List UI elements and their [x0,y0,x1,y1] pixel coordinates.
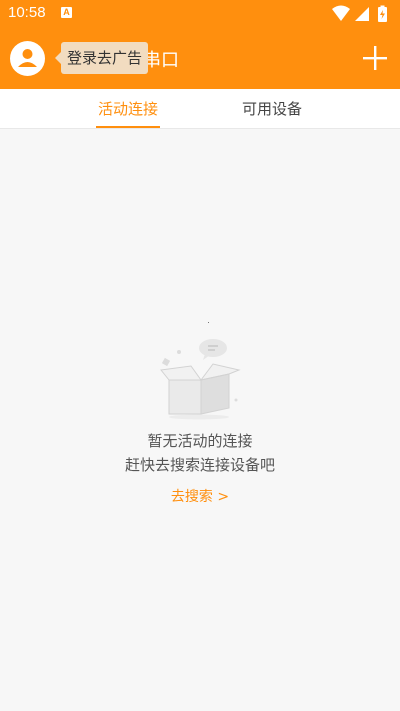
login-tooltip[interactable]: 登录去广告 [54,42,149,74]
add-icon[interactable] [362,45,388,71]
wifi-icon [332,5,350,21]
avatar-icon [18,49,37,67]
empty-box-icon [160,339,241,420]
status-time: 10:58 [8,4,46,21]
notification-badge-icon: A [61,7,72,18]
avatar-button[interactable] [10,41,45,76]
page-title: 串口 [143,50,179,71]
app-header: 串口 登录去广告 [0,28,400,89]
tab-active-connections[interactable]: 活动连接 [78,89,178,128]
status-icons [332,5,387,22]
status-bar: 10:58 A [0,0,400,28]
battery-charging-icon [378,5,387,22]
signal-icon [355,7,369,21]
empty-state-subtitle: 赶快去搜索连接设备吧 [124,456,275,474]
tab-available-devices[interactable]: 可用设备 [222,89,322,128]
tab-bar: 活动连接 可用设备 [0,89,400,129]
decorative-dot [208,322,209,323]
go-search-link[interactable]: 去搜索 > [0,486,400,506]
empty-state-title: 暂无活动的连接 [147,432,253,450]
